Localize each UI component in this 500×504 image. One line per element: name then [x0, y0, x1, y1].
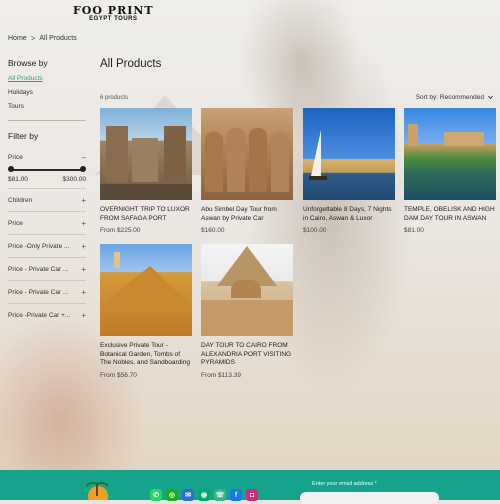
expand-icon[interactable]: + — [81, 288, 86, 297]
product-name[interactable]: DAY TOUR TO CAIRO FROM ALEXANDRIA PORT V… — [201, 342, 293, 368]
slider-max-handle[interactable] — [80, 166, 86, 172]
site-logo[interactable]: FOO PRINT EGYPT TOURS — [73, 4, 154, 22]
breadcrumb: Home > All Products — [8, 34, 77, 43]
footer-logo-icon[interactable] — [82, 478, 114, 500]
viber-icon[interactable]: ☏ — [214, 489, 226, 501]
filter-price-header[interactable]: Price – — [8, 151, 86, 163]
price-range-values: $81.00 $300.00 — [8, 176, 86, 183]
filter-price-private-car-2[interactable]: Price - Private Car ... + — [8, 286, 86, 298]
collapse-icon[interactable]: – — [82, 153, 86, 162]
product-name[interactable]: OVERNIGHT TRIP TO LUXOR FROM SAFAGA PORT — [100, 206, 192, 223]
sidebar: Browse by All Products Holidays Tours Fi… — [8, 58, 86, 321]
product-price: From $56.70 — [100, 371, 137, 379]
filter-price-only-private[interactable]: Price -Only Private ... + — [8, 240, 86, 252]
slider-track — [10, 169, 84, 171]
product-price: $160.00 — [201, 227, 225, 234]
product-card[interactable]: TEMPLE, OBELISK AND HIGH DAM DAY TOUR IN… — [404, 108, 496, 234]
newsletter-email-input[interactable] — [300, 492, 439, 504]
product-image-philae-temple[interactable] — [404, 108, 496, 200]
facebook-icon[interactable]: f — [230, 489, 242, 501]
slider-min-handle[interactable] — [8, 166, 14, 172]
expand-icon[interactable]: + — [81, 311, 86, 320]
browse-title: Browse by — [8, 58, 48, 68]
page-title: All Products — [100, 58, 162, 70]
chevron-right-icon: > — [30, 34, 36, 43]
product-image-abu-simbel[interactable] — [201, 108, 293, 200]
whatsapp-icon[interactable]: ✆ — [150, 489, 162, 501]
divider — [8, 120, 86, 121]
category-holidays[interactable]: Holidays — [8, 89, 86, 96]
divider — [8, 257, 86, 258]
filter-label: Price -Only Private ... — [8, 242, 70, 250]
product-price: From $225.00 — [100, 227, 141, 234]
product-name[interactable]: TEMPLE, OBELISK AND HIGH DAM DAY TOUR IN… — [404, 206, 496, 223]
filter-label: Price - Private Car ... — [8, 265, 69, 273]
product-image-felucca-nile[interactable] — [303, 108, 395, 200]
product-card[interactable]: OVERNIGHT TRIP TO LUXOR FROM SAFAGA PORT… — [100, 108, 192, 234]
product-image-luxor-temple[interactable] — [100, 108, 192, 200]
product-name[interactable]: Abu Simbel Day Tour from Aswan by Privat… — [201, 206, 293, 223]
product-image-giza-pyramids[interactable] — [201, 244, 293, 336]
breadcrumb-home[interactable]: Home — [8, 35, 27, 42]
expand-icon[interactable]: + — [81, 242, 86, 251]
product-price: $81.00 — [404, 227, 424, 234]
filter-label: Price — [8, 153, 23, 161]
chevron-down-icon — [488, 95, 493, 100]
divider — [8, 188, 86, 189]
category-tours[interactable]: Tours — [8, 103, 86, 110]
divider — [8, 303, 86, 304]
product-card[interactable]: Abu Simbel Day Tour from Aswan by Privat… — [201, 108, 293, 234]
product-count: 6 products — [100, 95, 129, 101]
tripadvisor-icon[interactable]: ◉ — [198, 489, 210, 501]
filter-label: Price -Private Car +... — [8, 311, 71, 319]
breadcrumb-current: All Products — [39, 35, 77, 42]
product-name[interactable]: Unforgettable 8 Days, 7 Nights in Cairo,… — [303, 206, 395, 223]
price-max: $300.00 — [62, 176, 87, 183]
divider — [8, 234, 86, 235]
product-card[interactable]: DAY TOUR TO CAIRO FROM ALEXANDRIA PORT V… — [201, 244, 293, 379]
wechat-icon[interactable]: ◎ — [166, 489, 178, 501]
filter-price-private-car-3[interactable]: Price -Private Car +... + — [8, 309, 86, 321]
filter-children[interactable]: Children + — [8, 194, 86, 206]
product-price: From $113.39 — [201, 371, 241, 379]
price-range-slider[interactable] — [8, 166, 86, 174]
product-price: $100.00 — [303, 227, 327, 234]
price-min: $81.00 — [8, 176, 28, 183]
product-name[interactable]: Exclusive Private Tour - Botanical Garde… — [100, 342, 192, 368]
category-all-products[interactable]: All Products — [8, 75, 86, 82]
instagram-icon[interactable]: ◘ — [246, 489, 258, 501]
sort-dropdown[interactable]: Sort by: Recommended — [416, 94, 494, 101]
filter-label: Price — [8, 219, 23, 227]
filter-price-private-car-1[interactable]: Price - Private Car ... + — [8, 263, 86, 275]
filter-label: Children — [8, 196, 33, 204]
product-card[interactable]: Exclusive Private Tour - Botanical Garde… — [100, 244, 192, 379]
filter-price[interactable]: Price + — [8, 217, 86, 229]
sort-label: Sort by: Recommended — [415, 94, 484, 101]
email-label: Enter your email address * — [312, 481, 377, 487]
divider — [8, 280, 86, 281]
expand-icon[interactable]: + — [81, 219, 86, 228]
filter-title: Filter by — [8, 131, 39, 141]
email-icon[interactable]: ✉ — [182, 489, 194, 501]
product-card[interactable]: Unforgettable 8 Days, 7 Nights in Cairo,… — [303, 108, 395, 234]
social-links: ✆ ◎ ✉ ◉ ☏ f ◘ — [150, 489, 258, 501]
filter-label: Price - Private Car ... — [8, 288, 69, 296]
product-image-tombs-of-nobles[interactable] — [100, 244, 192, 336]
expand-icon[interactable]: + — [81, 196, 86, 205]
expand-icon[interactable]: + — [81, 265, 86, 274]
divider — [8, 211, 86, 212]
